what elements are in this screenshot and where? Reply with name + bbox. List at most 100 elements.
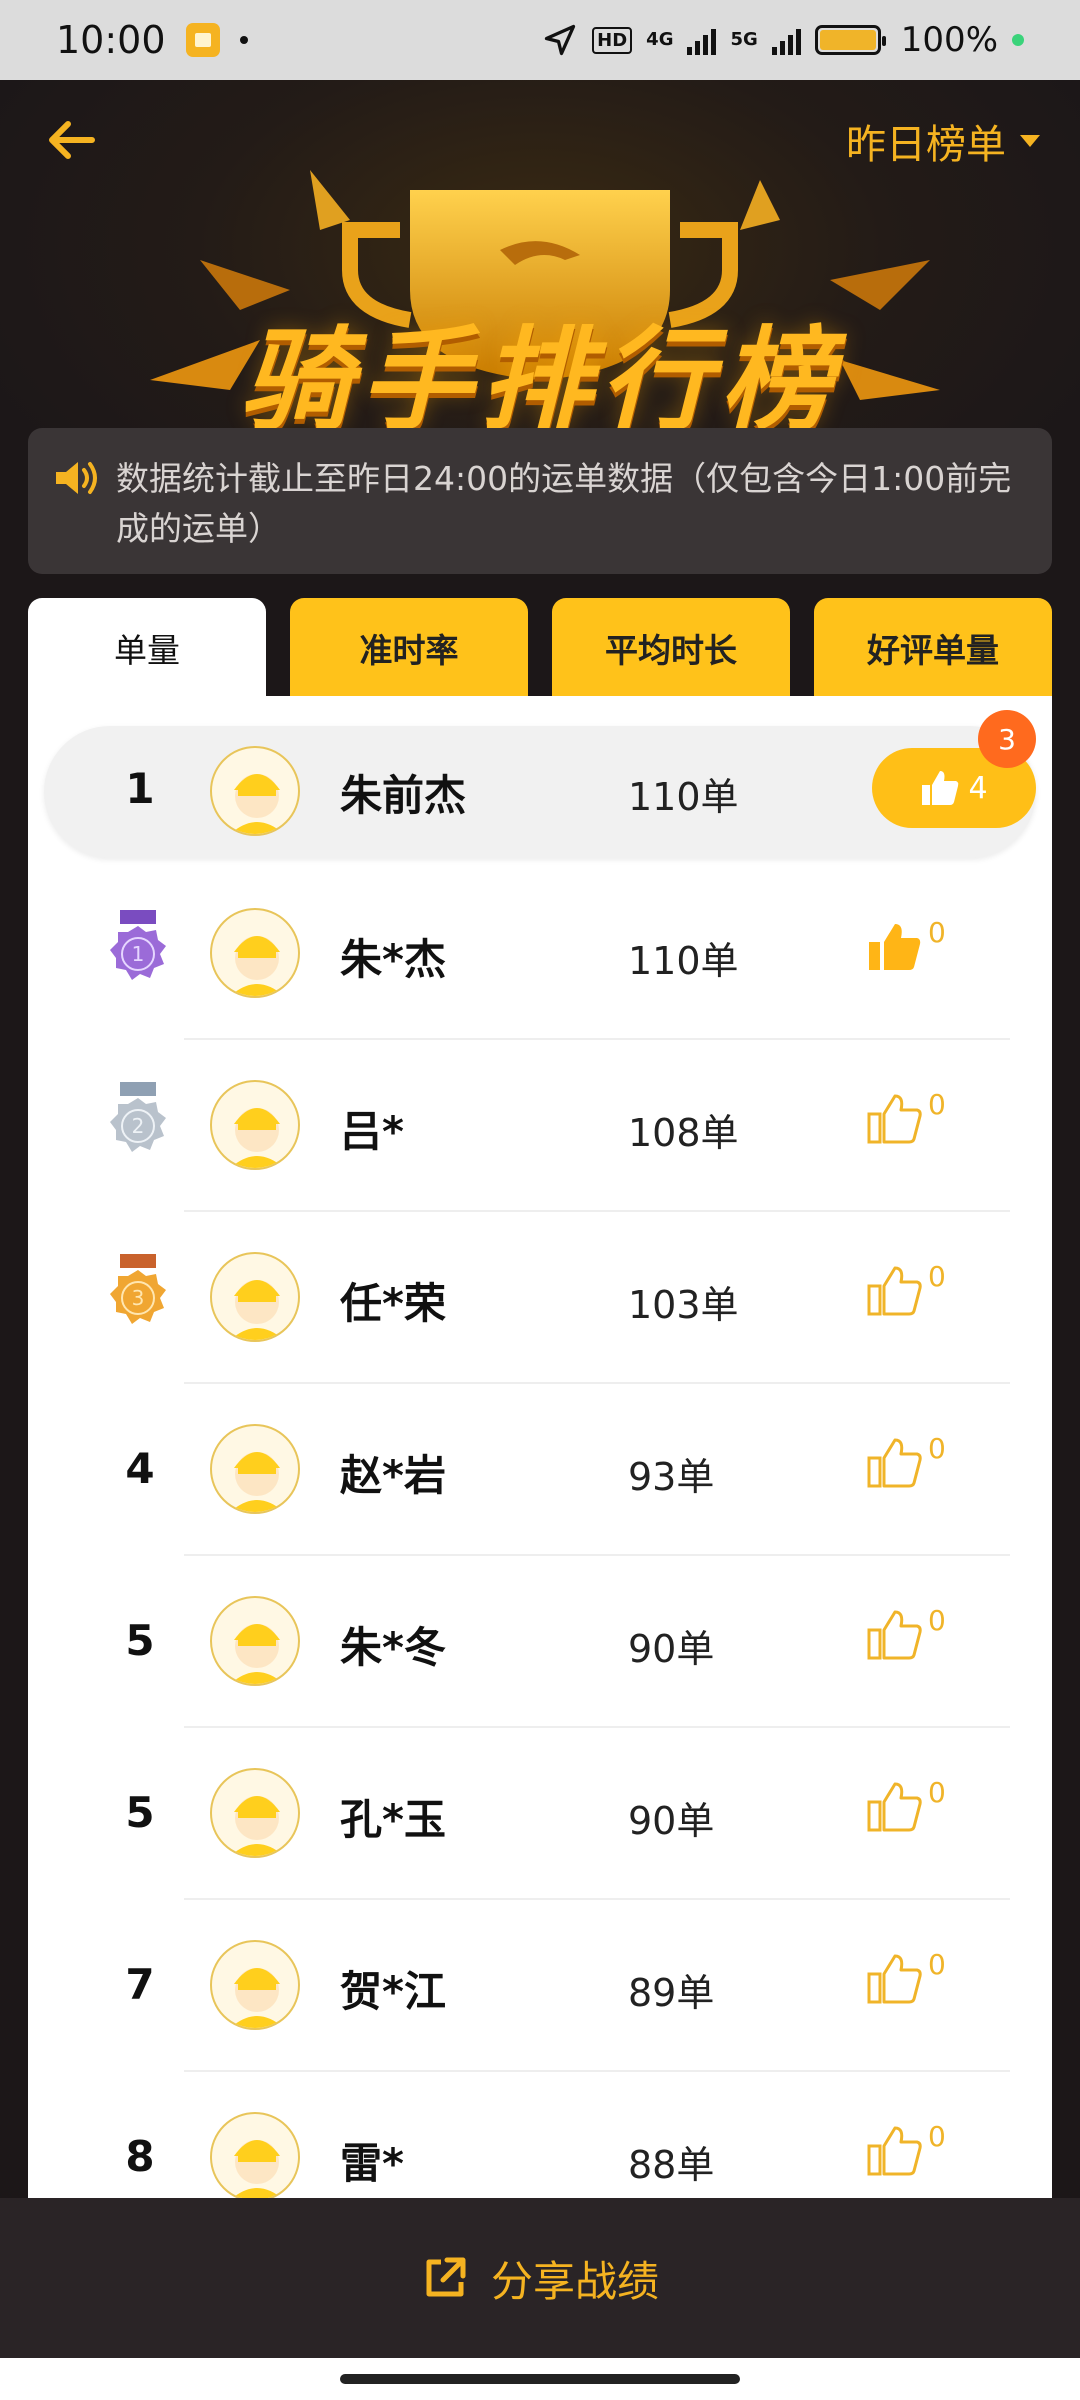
thumbs-up-icon [867, 1782, 922, 1832]
like-button[interactable]: 0 [866, 1776, 946, 1834]
svg-text:2: 2 [132, 1114, 145, 1138]
like-count: 0 [928, 916, 946, 949]
rider-name: 朱前杰 [340, 771, 467, 820]
rider-name: 贺*江 [340, 1967, 446, 2016]
rider-name: 雷* [340, 2139, 404, 2188]
avatar [210, 1940, 300, 2030]
rank-number: 4 [125, 1444, 155, 1493]
rider-name: 赵*岩 [340, 1451, 446, 1500]
ranking-row: 5 孔*玉 90单 0 [28, 1728, 1052, 1900]
thumbs-up-icon [867, 2126, 922, 2176]
hd-voice-icon: HD [592, 26, 633, 54]
ranking-row: 7 贺*江 89单 0 [28, 1900, 1052, 2072]
ranking-row: 8 雷* 88单 0 [28, 2072, 1052, 2200]
like-count: 0 [928, 1948, 946, 1981]
signal-icon-1 [687, 25, 717, 55]
rank-number: 1 [125, 764, 155, 813]
share-label: 分享战绩 [490, 2256, 659, 2306]
thumbs-up-icon [867, 1266, 922, 1316]
thumbs-up-icon [867, 1954, 922, 2004]
avatar [210, 1252, 300, 1342]
order-count: 89单 [628, 1971, 715, 2015]
thumbs-up-icon [867, 1438, 922, 1488]
like-count: 0 [928, 1604, 946, 1637]
location-icon [545, 24, 576, 56]
caret-down-icon [1020, 135, 1040, 147]
rank-number: 5 [125, 1616, 155, 1665]
like-notification-badge: 3 [978, 710, 1036, 768]
ranking-row: 1 朱*杰 110单 0 [28, 868, 1052, 1040]
order-count: 93单 [628, 1455, 715, 1499]
thumbs-up-icon [867, 1610, 922, 1660]
rider-name: 吕* [340, 1107, 404, 1156]
share-button[interactable]: 分享战绩 [0, 2198, 1080, 2358]
notification-dot-icon [239, 36, 248, 44]
home-indicator[interactable] [340, 2374, 740, 2384]
like-button[interactable]: 0 [866, 1260, 946, 1318]
thumbs-up-icon [869, 924, 921, 970]
ranking-list: 1 朱前杰 110单 4 3 1 朱*杰 110单 0 2 吕* 108单 0 3 任*荣 103单… [28, 696, 1052, 2200]
rank-2-medal-icon: 2 [110, 1082, 166, 1152]
like-button[interactable]: 0 [866, 1604, 946, 1662]
rider-name: 孔*玉 [340, 1795, 446, 1844]
like-button[interactable]: 0 [866, 1432, 946, 1490]
like-count: 0 [928, 1432, 946, 1465]
notice-banner: 数据统计截止至昨日24:00的运单数据（仅包含今日1:00前完成的运单） [28, 428, 1052, 574]
ranking-row: 4 赵*岩 93单 0 [28, 1384, 1052, 1556]
thumbs-up-icon [867, 1094, 922, 1144]
signal-icon-2 [771, 25, 801, 55]
status-time: 10:00 [56, 18, 166, 62]
avatar [210, 746, 300, 836]
avatar [210, 1596, 300, 1686]
avatar [210, 2112, 300, 2200]
like-button[interactable]: 0 [866, 1088, 946, 1146]
order-count: 108单 [628, 1111, 739, 1155]
tab-order-count[interactable]: 单量 [28, 598, 266, 698]
tab-good-review-count[interactable]: 好评单量 [814, 598, 1052, 698]
back-arrow-icon[interactable] [40, 108, 104, 172]
rank-number: 7 [125, 1960, 155, 2009]
like-button[interactable]: 0 [866, 2120, 946, 2178]
speaker-icon [56, 462, 97, 494]
network-4g-label: 4G [646, 29, 674, 50]
rider-name: 朱*冬 [340, 1623, 446, 1672]
thumbs-up-icon [922, 771, 959, 805]
tab-on-time-rate[interactable]: 准时率 [290, 598, 528, 698]
like-count: 0 [928, 1776, 946, 1809]
like-button[interactable]: 0 [866, 1948, 946, 2006]
my-ranking-row: 1 朱前杰 110单 4 3 [44, 710, 1036, 858]
tab-average-duration[interactable]: 平均时长 [552, 598, 790, 698]
order-count: 90单 [628, 1627, 715, 1671]
order-count: 90单 [628, 1799, 715, 1843]
avatar [210, 908, 300, 998]
like-count: 4 [968, 770, 988, 806]
share-icon [426, 2257, 466, 2297]
order-count: 110单 [628, 775, 739, 819]
ranking-tabs: 单量 准时率 平均时长 好评单量 [28, 598, 1052, 698]
order-count: 88单 [628, 2143, 715, 2187]
avatar [210, 1080, 300, 1170]
like-count: 0 [928, 1260, 946, 1293]
battery-percent: 100% [900, 20, 998, 60]
like-count: 0 [928, 2120, 946, 2153]
rider-name: 任*荣 [340, 1279, 446, 1328]
notice-text: 数据统计截止至昨日24:00的运单数据（仅包含今日1:00前完成的运单） [116, 459, 1012, 548]
avatar [210, 1424, 300, 1514]
svg-text:1: 1 [132, 942, 145, 966]
ranking-row: 2 吕* 108单 0 [28, 1040, 1052, 1212]
order-count: 110单 [628, 939, 739, 983]
battery-icon [814, 25, 886, 55]
rank-1-medal-icon: 1 [110, 910, 166, 980]
svg-text:3: 3 [132, 1286, 145, 1310]
ranking-row: 5 朱*冬 90单 0 [28, 1556, 1052, 1728]
privacy-indicator-icon [1012, 34, 1024, 46]
order-count: 103单 [628, 1283, 739, 1327]
like-button[interactable]: 0 [866, 916, 946, 974]
rank-3-medal-icon: 3 [110, 1254, 166, 1324]
rank-number: 5 [125, 1788, 155, 1837]
rank-number: 8 [125, 2132, 155, 2181]
ranking-row: 3 任*荣 103单 0 [28, 1212, 1052, 1384]
status-bar: 10:00 HD 4G 5G 100% [0, 0, 1080, 80]
rider-name: 朱*杰 [340, 935, 446, 984]
navigation-bar [0, 2358, 1080, 2400]
